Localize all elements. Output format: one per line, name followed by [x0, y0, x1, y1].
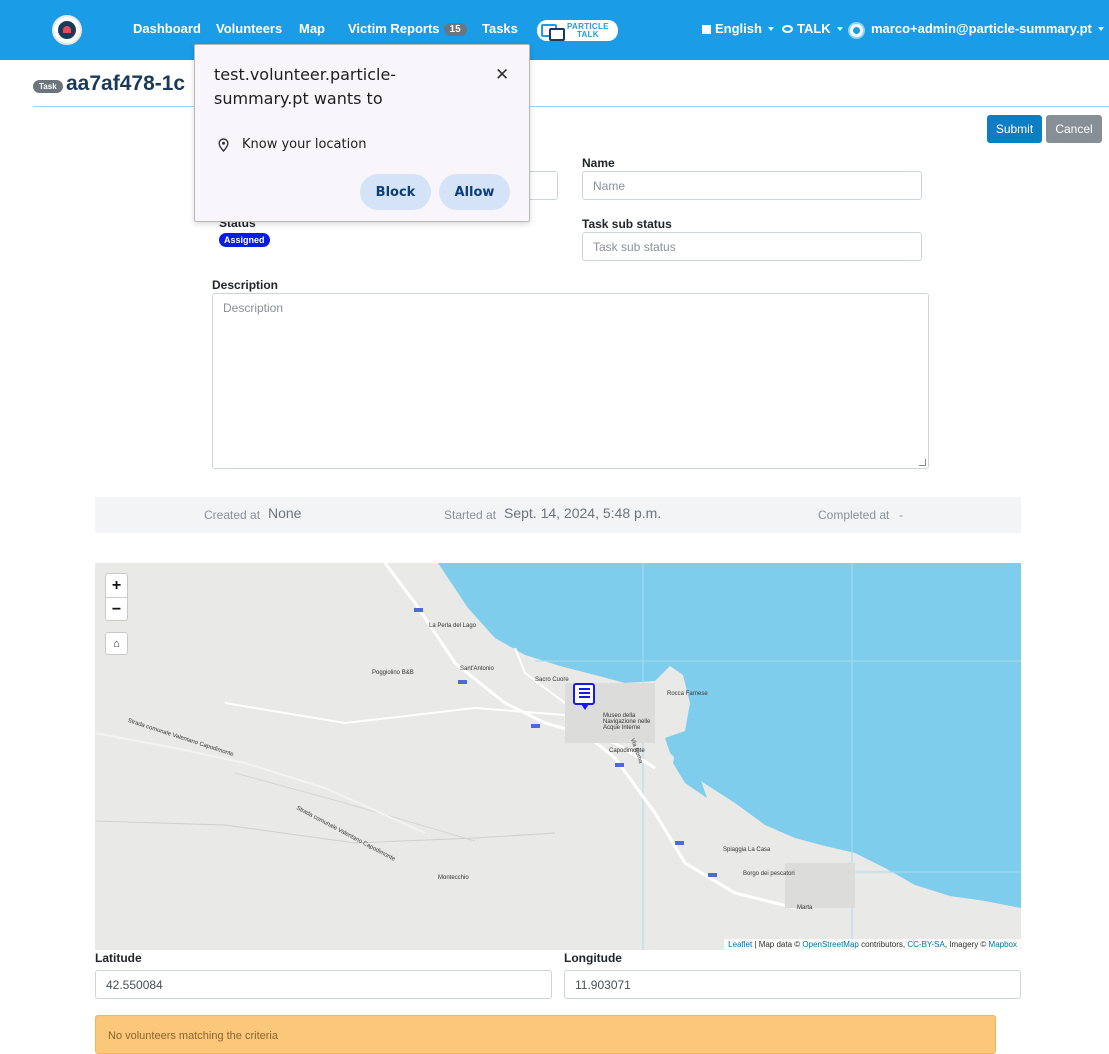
caret-down-icon: [1097, 27, 1104, 31]
top-navbar: Dashboard Volunteers Map Victim Reports 1…: [0, 0, 1109, 60]
map-label: Sacro Cuore: [535, 677, 569, 683]
map-label: Borgo dei pescatori: [743, 871, 795, 877]
resize-handle-icon[interactable]: [919, 459, 926, 466]
longitude-input[interactable]: 11.903071: [564, 970, 1021, 999]
map-label: Poggiolino B&B: [372, 670, 414, 676]
longitude-label: Longitude: [564, 951, 622, 965]
cancel-button[interactable]: Cancel: [1046, 115, 1102, 143]
task-location-marker[interactable]: [573, 683, 595, 710]
talk-dropdown[interactable]: TALK: [782, 21, 843, 36]
zoom-out-button[interactable]: −: [106, 598, 127, 621]
completed-at-value: -: [899, 508, 903, 522]
completed-at-label: Completed at: [818, 508, 890, 522]
map-label: Sant'Antonio: [460, 666, 494, 672]
particle-talk-logo[interactable]: PARTICLE TALK: [537, 20, 618, 41]
caret-down-icon: [836, 27, 843, 31]
license-link[interactable]: CC-BY-SA: [907, 940, 945, 949]
name-input[interactable]: Name: [582, 171, 922, 200]
description-label: Description: [212, 278, 279, 292]
mapbox-link[interactable]: Mapbox: [989, 940, 1017, 949]
map-attribution: Leaflet | Map data © OpenStreetMap contr…: [724, 939, 1021, 950]
app-logo[interactable]: [52, 15, 82, 45]
zoom-control: + −: [105, 573, 128, 621]
no-volunteers-alert: No volunteers matching the criteria: [95, 1015, 996, 1054]
nav-tasks[interactable]: Tasks: [482, 21, 518, 36]
map-label: Museo della Navigazione nelle Acque Inte…: [603, 713, 651, 731]
name-label: Name: [582, 156, 615, 170]
map-label: Montecchio: [438, 875, 469, 881]
user-avatar[interactable]: [848, 22, 865, 39]
task-badge: Task: [33, 80, 63, 93]
location-permission-popup: test.volunteer.particle-summary.pt wants…: [194, 44, 530, 222]
nav-victim-reports[interactable]: Victim Reports 15: [348, 21, 467, 36]
home-icon: ⌂: [113, 637, 120, 650]
block-button[interactable]: Block: [360, 174, 431, 210]
map-label: Spiaggia La Casa: [723, 847, 771, 853]
description-placeholder: Description: [223, 301, 284, 315]
page-title: aa7af478-1c: [66, 72, 186, 95]
location-map[interactable]: La Perla del Lago Sant'Antonio Sacro Cuo…: [95, 563, 1021, 950]
nav-volunteers[interactable]: Volunteers: [216, 21, 282, 36]
submit-button[interactable]: Submit: [987, 115, 1042, 143]
osm-link[interactable]: OpenStreetMap: [802, 940, 858, 949]
checklist-icon: [579, 688, 590, 700]
nav-map[interactable]: Map: [299, 21, 325, 36]
location-pin-icon: [218, 138, 229, 152]
started-at-label: Started at: [444, 508, 497, 522]
close-icon[interactable]: ✕: [495, 65, 509, 85]
dates-bar: Created at None Started at Sept. 14, 202…: [95, 497, 1021, 533]
home-button[interactable]: ⌂: [105, 632, 128, 655]
sub-status-label: Task sub status: [582, 217, 672, 231]
created-at-value: None: [268, 505, 302, 521]
map-tiles: [95, 563, 1021, 950]
latitude-input[interactable]: 42.550084: [95, 970, 552, 999]
flag-icon: [702, 25, 711, 34]
started-at-value: Sept. 14, 2024, 5:48 p.m.: [504, 505, 662, 521]
victim-reports-count-badge: 15: [443, 23, 467, 36]
permission-text: Know your location: [242, 137, 367, 152]
user-menu-dropdown[interactable]: marco+admin@particle-summary.pt: [871, 21, 1104, 36]
leaflet-link[interactable]: Leaflet: [728, 940, 752, 949]
nav-dashboard[interactable]: Dashboard: [133, 21, 201, 36]
map-label: Rocca Farnese: [667, 691, 708, 697]
popup-title: test.volunteer.particle-summary.pt wants…: [214, 65, 397, 108]
map-label: Marta: [797, 905, 813, 911]
latitude-label: Latitude: [95, 951, 142, 965]
language-dropdown[interactable]: English: [702, 21, 774, 36]
caret-down-icon: [767, 27, 774, 31]
allow-button[interactable]: Allow: [439, 174, 510, 210]
zoom-in-button[interactable]: +: [106, 574, 127, 597]
sub-status-input[interactable]: Task sub status: [582, 232, 922, 261]
description-textarea[interactable]: Description: [212, 293, 929, 469]
created-at-label: Created at: [204, 508, 261, 522]
status-badge: Assigned: [219, 233, 270, 247]
chat-bubbles-icon: [541, 23, 565, 41]
eye-icon: [782, 25, 793, 33]
map-label: La Perla del Lago: [429, 623, 477, 629]
